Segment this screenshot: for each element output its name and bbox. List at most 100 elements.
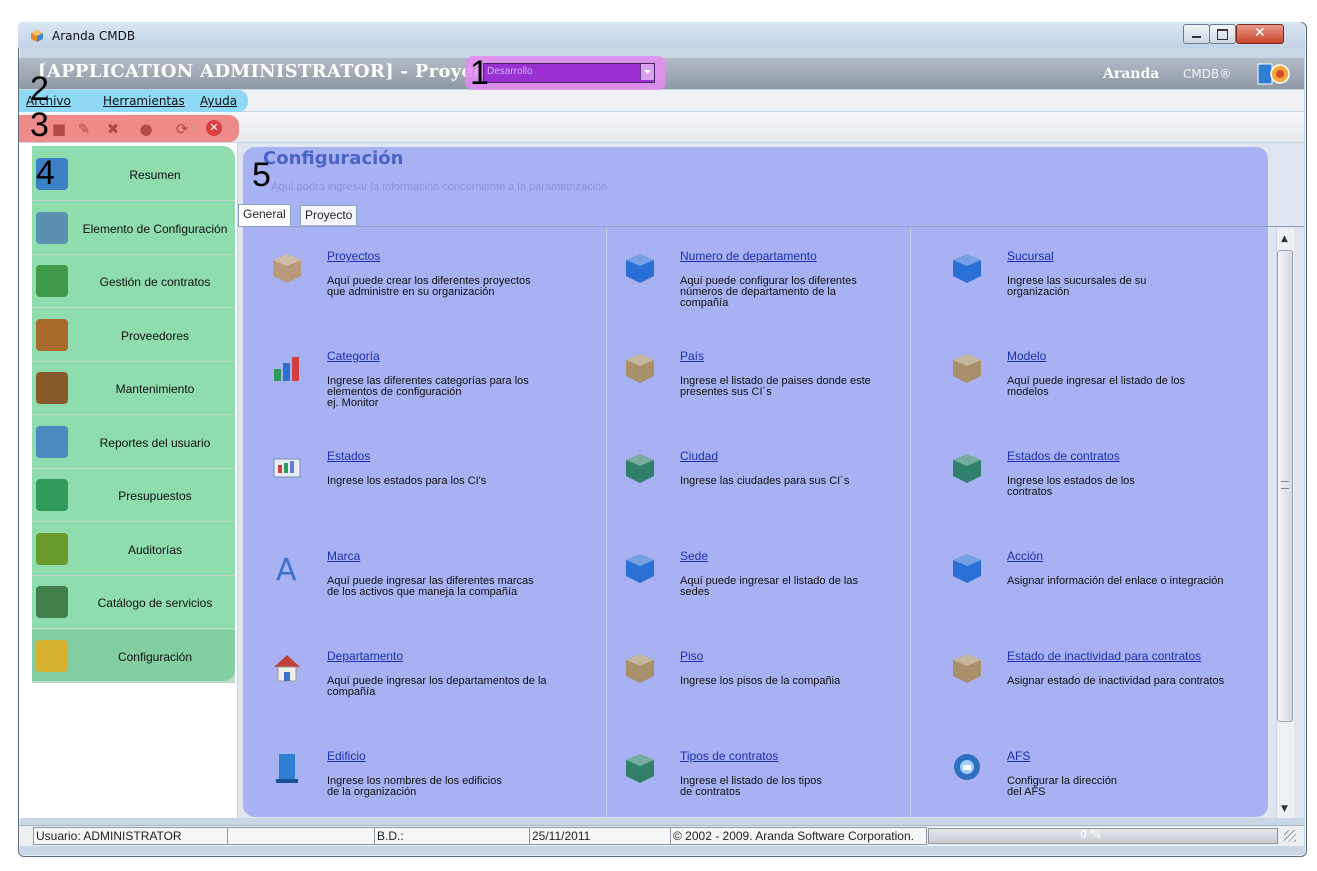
config-item-description: Ingrese las ciudades para sus CI´s <box>680 475 850 487</box>
building-icon <box>270 751 304 785</box>
sidebar-item-1[interactable]: Elemento de Configuración <box>32 202 235 255</box>
audit-icon <box>36 532 68 565</box>
sidebar-item-9[interactable]: Configuración <box>32 629 235 683</box>
close-icon[interactable]: ✕ <box>206 120 222 136</box>
column-divider <box>606 228 607 818</box>
sidebar-item-2[interactable]: Gestión de contratos <box>32 255 235 308</box>
config-item-link[interactable]: AFS <box>1007 749 1030 763</box>
resize-grip-icon[interactable] <box>1284 830 1296 842</box>
config-item-link[interactable]: Ciudad <box>680 449 718 463</box>
config-item-link[interactable]: Proyectos <box>327 249 380 263</box>
sidebar-item-5[interactable]: Reportes del usuario <box>32 416 235 469</box>
cube-tan-icon <box>623 351 657 385</box>
scroll-up-button[interactable]: ▲ <box>1276 230 1293 248</box>
config-item-link[interactable]: Modelo <box>1007 349 1046 363</box>
chevron-down-icon <box>644 70 651 74</box>
svg-text:A: A <box>276 553 297 585</box>
config-item-description: modelos <box>1007 386 1049 398</box>
sidebar-item-4[interactable]: Mantenimiento <box>32 362 235 415</box>
cube-blue-icon <box>623 251 657 285</box>
cube-tan-icon <box>623 651 657 685</box>
minimize-icon <box>1192 36 1201 38</box>
sidebar-item-label: Presupuestos <box>118 489 192 503</box>
status-copyright: © 2002 - 2009. Aranda Software Corporati… <box>670 827 927 845</box>
stop-icon[interactable]: ● <box>137 120 155 138</box>
annotation-number-1: 1 <box>470 54 489 92</box>
sidebar-item-label: Configuración <box>117 649 193 664</box>
tab-proyecto[interactable]: Proyecto <box>300 205 358 225</box>
window-title: Aranda CMDB <box>52 29 136 43</box>
config-item-link[interactable]: Sede <box>680 549 708 563</box>
sidebar-item-label: Catálogo de servicios <box>97 596 213 610</box>
config-item-description: de los activos que maneja la compañía <box>327 586 518 598</box>
status-database: B.D.: <box>374 827 530 845</box>
config-item-description: organización <box>1007 286 1070 298</box>
brand-logo-icon <box>1257 63 1290 85</box>
sidebar-item-8[interactable]: Catálogo de servicios <box>32 576 235 629</box>
sidebar-item-label: Reportes del usuario <box>99 435 211 450</box>
app-icon <box>31 30 43 42</box>
project-select-value: Desarrollo <box>487 66 533 77</box>
annotation-number-4: 4 <box>36 154 55 192</box>
sidebar-item-7[interactable]: Auditorías <box>32 523 235 576</box>
sidebar-item-label: Gestión de contratos <box>99 275 211 289</box>
config-item-link[interactable]: Estados de contratos <box>1007 449 1120 463</box>
sidebar-item-label: Auditorías <box>127 542 183 557</box>
users-icon <box>36 318 68 351</box>
new-icon[interactable]: ■ <box>50 120 68 138</box>
house-icon <box>270 651 304 685</box>
delete-icon[interactable]: ✖ <box>104 120 122 138</box>
menu-ayuda[interactable]: Ayuda <box>200 94 237 108</box>
sidebar-item-3[interactable]: Proveedores <box>32 309 235 362</box>
config-item-link[interactable]: Numero de departamento <box>680 249 817 263</box>
cube-green-icon <box>950 451 984 485</box>
config-item-link[interactable]: País <box>680 349 704 363</box>
config-item-link[interactable]: Departamento <box>327 649 403 663</box>
title-bar[interactable] <box>18 22 1305 48</box>
maximize-icon <box>1217 29 1228 40</box>
config-item-link[interactable]: Edificio <box>327 749 366 763</box>
edit-icon[interactable]: ✎ <box>75 120 93 138</box>
status-date: 25/11/2011 <box>529 827 671 845</box>
page-title: Configuración <box>263 148 404 169</box>
progress-bar <box>928 828 1278 844</box>
config-item-description: contratos <box>1007 486 1053 498</box>
config-item-description: de contratos <box>680 786 741 798</box>
config-item-description: compañía <box>680 297 729 309</box>
config-item-link[interactable]: Sucursal <box>1007 249 1054 263</box>
project-select-arrow[interactable] <box>640 64 654 80</box>
config-item-link[interactable]: Categoría <box>327 349 380 363</box>
config-item-description: sedes <box>680 586 710 598</box>
sidebar-item-6[interactable]: Presupuestos <box>32 469 235 522</box>
annotation-number-3: 3 <box>30 106 49 144</box>
reports-icon <box>36 425 68 458</box>
page-subtitle: Aquí podrá ingresar la información conce… <box>271 181 608 193</box>
annotation-number-2: 2 <box>30 70 49 108</box>
app-title: [APPLICATION ADMINISTRATOR] - Proyecto <box>38 61 506 82</box>
cube-blue-icon <box>950 551 984 585</box>
config-item-description: Ingrese los pisos de la compañia <box>680 675 841 687</box>
config-item-link[interactable]: Piso <box>680 649 703 663</box>
config-item-description: compañía <box>327 686 376 698</box>
config-item-link[interactable]: Acción <box>1007 549 1043 563</box>
config-item-link[interactable]: Estado de inactividad para contratos <box>1007 649 1201 663</box>
close-icon: ✕ <box>1254 25 1266 41</box>
maximize-button[interactable] <box>1209 24 1236 44</box>
scrollbar-thumb[interactable] <box>1277 250 1293 722</box>
sidebar-item-0[interactable]: Resumen <box>32 148 235 201</box>
chart-icon <box>270 451 304 485</box>
menu-herramientas[interactable]: Herramientas <box>103 94 185 108</box>
config-item-link[interactable]: Marca <box>327 549 360 563</box>
cube-tan-icon <box>950 351 984 385</box>
tab-general[interactable]: General <box>238 204 291 226</box>
config-item-description: que administre en su organización <box>327 286 495 298</box>
close-window-button[interactable]: ✕ <box>1236 24 1284 44</box>
box-icon <box>270 251 304 285</box>
refresh-icon[interactable]: ⟳ <box>173 120 191 138</box>
config-item-description: Asignar estado de inactividad para contr… <box>1007 675 1225 687</box>
minimize-button[interactable] <box>1183 24 1210 44</box>
config-item-link[interactable]: Tipos de contratos <box>680 749 778 763</box>
config-item-link[interactable]: Estados <box>327 449 370 463</box>
money-icon <box>36 479 68 511</box>
scroll-down-button[interactable]: ▼ <box>1276 800 1293 818</box>
